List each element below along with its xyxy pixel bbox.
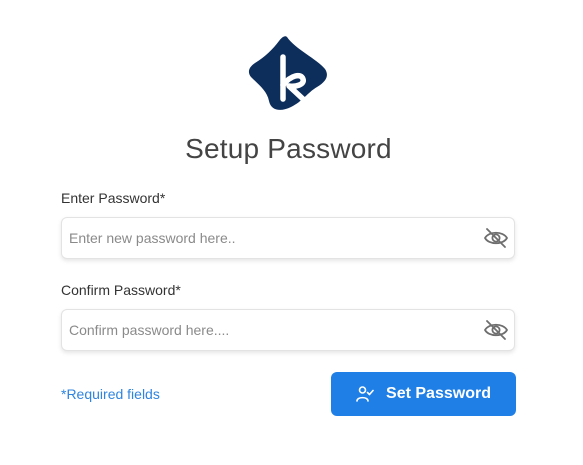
eye-slash-icon[interactable]	[483, 318, 509, 342]
eye-slash-icon[interactable]	[483, 226, 509, 250]
page-title: Setup Password	[185, 133, 392, 164]
required-fields-note: *Required fields	[61, 386, 160, 402]
set-password-button[interactable]: Set Password	[331, 372, 516, 416]
set-password-button-label: Set Password	[386, 385, 491, 402]
enter-password-input[interactable]	[62, 218, 472, 258]
confirm-password-field	[61, 309, 515, 351]
k-brand-logo-icon	[248, 36, 327, 110]
confirm-password-input[interactable]	[62, 310, 472, 350]
enter-password-field	[61, 217, 515, 259]
user-check-icon	[356, 386, 374, 402]
setup-password-page: Setup Password Enter Password* Confirm P…	[0, 0, 583, 465]
confirm-password-label: Confirm Password*	[61, 282, 181, 298]
enter-password-label: Enter Password*	[61, 190, 166, 206]
